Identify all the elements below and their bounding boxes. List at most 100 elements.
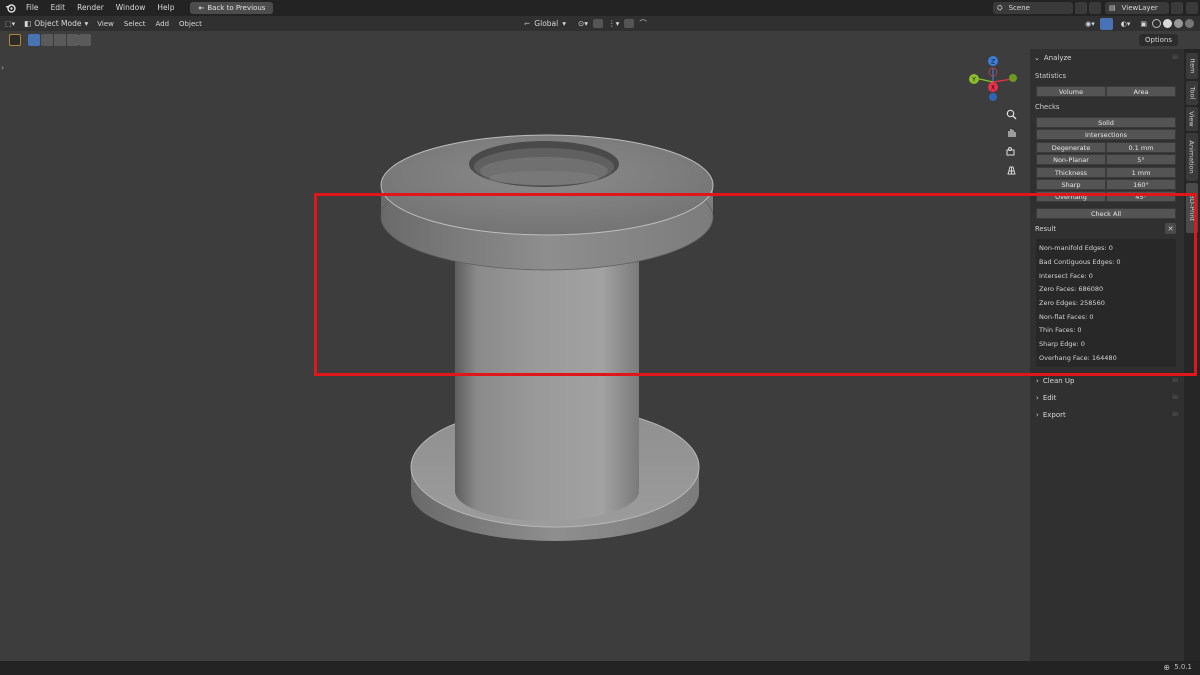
drag-handle-icon[interactable]: ⁞⁞⁞ bbox=[1172, 54, 1178, 61]
zoom-icon[interactable] bbox=[1004, 107, 1018, 121]
menu-help[interactable]: Help bbox=[151, 0, 180, 16]
transform-orientation-label: Global bbox=[534, 19, 559, 28]
scene-icon: ⛭ bbox=[997, 3, 1003, 12]
scene-selector[interactable]: ⛭ Scene bbox=[993, 2, 1073, 14]
menu-window[interactable]: Window bbox=[110, 0, 152, 16]
area-button[interactable]: Area bbox=[1106, 86, 1176, 97]
menu-select[interactable]: Select bbox=[119, 20, 151, 28]
falloff-icon[interactable]: ⌒ bbox=[639, 18, 647, 29]
sharp-label: Sharp bbox=[1061, 180, 1081, 189]
blender-logo-icon[interactable] bbox=[0, 0, 20, 16]
editor-type-icon[interactable]: ⬚▾ bbox=[0, 20, 20, 28]
export-panel-header[interactable]: › Export bbox=[1036, 411, 1066, 419]
result-label: Result bbox=[1035, 225, 1057, 233]
tab-tool[interactable]: Tool bbox=[1186, 81, 1198, 105]
chevron-down-icon: ⌄ bbox=[1034, 54, 1040, 62]
camera-view-icon[interactable] bbox=[1004, 144, 1018, 158]
clean-up-panel-header[interactable]: › Clean Up bbox=[1036, 377, 1074, 385]
result-item: Non-flat Faces: 0 bbox=[1039, 313, 1094, 321]
visibility-icon[interactable]: ◉▾ bbox=[1080, 20, 1100, 28]
menu-edit[interactable]: Edit bbox=[45, 0, 72, 16]
intersections-button[interactable]: Intersections bbox=[1036, 129, 1176, 140]
options-button[interactable]: Options bbox=[1138, 34, 1178, 46]
pan-hand-icon[interactable] bbox=[1004, 125, 1018, 139]
tab-animation[interactable]: Animation bbox=[1186, 133, 1198, 181]
result-list: Non-manifold Edges: 0 Bad Contiguous Edg… bbox=[1036, 239, 1176, 367]
shading-mode-group bbox=[1152, 19, 1194, 28]
sharp-value-field[interactable]: 160° bbox=[1106, 179, 1176, 190]
3d-viewport[interactable]: Y X Z › bbox=[0, 31, 1030, 661]
thickness-label: Thickness bbox=[1054, 168, 1088, 177]
perspective-grid-icon[interactable] bbox=[1004, 163, 1018, 177]
chevron-down-icon: ▾ bbox=[84, 19, 89, 28]
thickness-value-field[interactable]: 1 mm bbox=[1106, 167, 1176, 178]
sharp-value: 160° bbox=[1133, 180, 1149, 189]
view-layer-selector[interactable]: ▤ ViewLayer bbox=[1105, 2, 1169, 14]
material-shading-icon[interactable] bbox=[1174, 19, 1183, 28]
tab-view[interactable]: View bbox=[1186, 107, 1198, 131]
new-scene-icon[interactable] bbox=[1075, 2, 1087, 14]
menu-add[interactable]: Add bbox=[150, 20, 174, 28]
degenerate-value-field[interactable]: 0.1 mm bbox=[1106, 142, 1176, 153]
volume-button[interactable]: Volume bbox=[1036, 86, 1106, 97]
non-planar-button[interactable]: Non-Planar bbox=[1036, 154, 1106, 165]
toolbar-expand-icon[interactable]: › bbox=[1, 63, 4, 72]
top-flange bbox=[380, 134, 714, 271]
clean-up-label: Clean Up bbox=[1042, 377, 1075, 385]
delete-view-layer-icon[interactable] bbox=[1186, 2, 1198, 14]
check-all-label: Check All bbox=[1090, 209, 1122, 218]
export-label: Export bbox=[1042, 411, 1066, 419]
tab-3d-print[interactable]: 3D-Print bbox=[1186, 183, 1198, 233]
result-item: Bad Contiguous Edges: 0 bbox=[1039, 258, 1121, 266]
overhang-button[interactable]: Overhang bbox=[1036, 191, 1106, 202]
proportional-edit-icon[interactable] bbox=[624, 19, 635, 28]
thickness-button[interactable]: Thickness bbox=[1036, 167, 1106, 178]
clear-result-close-icon[interactable]: ✕ bbox=[1165, 223, 1176, 234]
drag-handle-icon[interactable]: ⁞⁞⁞ bbox=[1172, 377, 1178, 384]
menu-view[interactable]: View bbox=[92, 20, 119, 28]
pivot-icon[interactable]: ⊙▾ bbox=[578, 19, 588, 28]
rendered-shading-icon[interactable] bbox=[1185, 19, 1194, 28]
solid-shading-icon[interactable] bbox=[1163, 19, 1172, 28]
edit-panel-header[interactable]: › Edit bbox=[1036, 394, 1056, 402]
check-all-button[interactable]: Check All bbox=[1036, 208, 1176, 219]
wireframe-shading-icon[interactable] bbox=[1152, 19, 1161, 28]
tab-view-label: View bbox=[1188, 111, 1196, 127]
top-menu-bar: File Edit Render Window Help ⇤ Back to P… bbox=[0, 0, 1200, 16]
overhang-value-field[interactable]: 45° bbox=[1106, 191, 1176, 202]
back-to-previous-button[interactable]: ⇤ Back to Previous bbox=[190, 2, 274, 14]
gizmo-neg-y-icon[interactable] bbox=[1009, 74, 1017, 82]
snapping-controls: ⊙▾ ⋮▾ ⌒ bbox=[578, 16, 647, 31]
viewport-canvas: Y X Z › bbox=[1, 56, 1017, 541]
area-label: Area bbox=[1133, 87, 1149, 96]
menu-object[interactable]: Object bbox=[174, 20, 207, 28]
delete-scene-icon[interactable] bbox=[1089, 2, 1101, 14]
gizmo-toggle-icon[interactable] bbox=[1099, 17, 1113, 30]
overlay-icon[interactable]: ◐▾ bbox=[1116, 20, 1136, 28]
scene-label: Scene bbox=[1008, 4, 1030, 12]
analyze-panel-header[interactable]: ⌄ Analyze bbox=[1034, 54, 1071, 62]
snap-toggle-icon[interactable] bbox=[593, 19, 604, 28]
non-planar-value-field[interactable]: 5° bbox=[1106, 154, 1176, 165]
transform-orientation-dropdown[interactable]: ⌐ Global ▾ bbox=[524, 16, 566, 31]
result-item: Zero Edges: 258560 bbox=[1039, 299, 1105, 307]
tab-item[interactable]: Item bbox=[1186, 53, 1198, 79]
menu-file[interactable]: File bbox=[20, 0, 45, 16]
sidebar-tabs: Item Tool View Animation 3D-Print bbox=[1184, 49, 1200, 661]
sharp-button[interactable]: Sharp bbox=[1036, 179, 1106, 190]
menu-render[interactable]: Render bbox=[71, 0, 110, 16]
mode-dropdown[interactable]: ◧ Object Mode ▾ bbox=[24, 19, 88, 28]
view-layer-label: ViewLayer bbox=[1121, 4, 1158, 12]
navigation-gizmo[interactable]: Y X Z bbox=[969, 56, 1017, 101]
drag-handle-icon[interactable]: ⁞⁞⁞ bbox=[1172, 394, 1178, 401]
network-globe-icon[interactable]: ⊕ bbox=[1163, 663, 1170, 672]
degenerate-button[interactable]: Degenerate bbox=[1036, 142, 1106, 153]
solid-button[interactable]: Solid bbox=[1036, 117, 1176, 128]
result-item: Intersect Face: 0 bbox=[1039, 272, 1093, 280]
snap-target-icon[interactable]: ⋮▾ bbox=[608, 19, 619, 28]
gizmo-neg-z-icon[interactable] bbox=[989, 93, 997, 101]
drag-handle-icon[interactable]: ⁞⁞⁞ bbox=[1172, 411, 1178, 418]
new-view-layer-icon[interactable] bbox=[1171, 2, 1183, 14]
xray-icon[interactable]: ▣ bbox=[1135, 20, 1152, 28]
version-label: 5.0.1 bbox=[1174, 663, 1192, 671]
